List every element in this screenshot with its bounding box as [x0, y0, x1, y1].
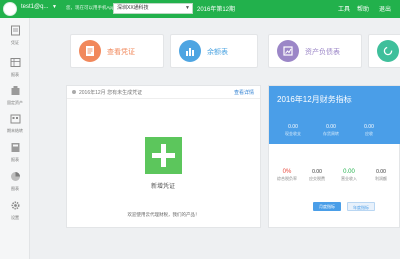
company-select-value: 深圳XX通科技 — [117, 5, 149, 11]
view-details-link[interactable]: 查看详情 — [234, 89, 254, 96]
sidebar-item-label: 报表 — [11, 72, 19, 77]
sidebar-item-label: 凭证 — [11, 40, 19, 45]
new-voucher-button[interactable] — [145, 137, 182, 174]
metric-value: 0.00 — [364, 124, 374, 130]
sidebar-item-label: 报表 — [11, 157, 19, 162]
sidebar-item-report[interactable]: 报表 — [0, 139, 30, 167]
card-label: 余额表 — [207, 49, 228, 56]
metric-label: 应收 — [365, 131, 373, 136]
top-bar: test1@q... ▼ 您，现在可以用手机App来记账哦，快来下载试试吧！ 深… — [0, 0, 400, 18]
bar-chart-icon — [179, 40, 201, 62]
sidebar: 凭证 报表 固定资产 期末结转 报表 图表 设置 — [0, 18, 30, 259]
sidebar-item-label: 图表 — [11, 186, 19, 191]
sidebar-item-chart[interactable]: 图表 — [0, 168, 30, 196]
refresh-icon — [377, 40, 399, 62]
metric-label: 营业收入 — [341, 176, 357, 181]
card-label: 查看凭证 — [107, 49, 135, 56]
view-voucher-card[interactable]: 查看凭证 — [70, 34, 164, 68]
metric-value: 0% — [282, 169, 292, 175]
balance-sheet-card[interactable]: 资产负债表 — [268, 34, 362, 68]
fixed-assets-icon — [0, 85, 30, 99]
plus-icon — [152, 144, 175, 167]
help-link[interactable]: 帮助 — [357, 4, 369, 13]
sidebar-item-label: 期末结转 — [7, 128, 23, 133]
sidebar-item-ledger[interactable]: 报表 — [0, 54, 30, 82]
document-icon — [79, 40, 101, 62]
metric-profit: 0.00 利润额 — [365, 169, 397, 182]
metric-label: 存货周转 — [323, 131, 339, 136]
tools-link[interactable]: 工具 — [338, 4, 350, 13]
metric-value: 0.00 — [376, 169, 386, 175]
sidebar-item-label: 设置 — [11, 215, 19, 220]
metric-value: 0.00 — [312, 169, 322, 175]
finance-title: 2016年12月财务指标 — [277, 95, 352, 104]
status-dot-icon — [72, 90, 76, 94]
period-end-icon — [0, 113, 30, 127]
metric-label: 现金收支 — [285, 131, 301, 136]
metric-label: 综合税负率 — [277, 176, 297, 181]
metric-label: 应交税费 — [309, 176, 325, 181]
chevron-down-icon[interactable]: ▼ — [52, 4, 57, 10]
card-label: 资产负债表 — [305, 49, 340, 56]
yearly-indicator-button[interactable]: 年度指标 — [347, 202, 375, 211]
chevron-down-icon: ▼ — [185, 5, 190, 11]
sidebar-item-label: 固定资产 — [7, 100, 23, 105]
monthly-indicator-button[interactable]: 月度指标 — [313, 202, 341, 211]
pie-chart-icon — [0, 171, 30, 185]
sidebar-item-settings[interactable]: 设置 — [0, 197, 30, 225]
balance-table-card[interactable]: 余额表 — [170, 34, 258, 68]
finance-header: 2016年12月财务指标 0.00 现金收支 0.00 存货周转 0.00 应收 — [269, 86, 400, 144]
balance-sheet-icon — [277, 40, 299, 62]
metric-value: 0.00 — [326, 124, 336, 130]
user-name[interactable]: test1@q... — [21, 4, 48, 10]
sidebar-item-voucher[interactable]: 凭证 — [0, 22, 30, 50]
voucher-icon — [0, 25, 30, 39]
metric-tax-burden-rate: 0% 综合税负率 — [271, 169, 303, 182]
logout-link[interactable]: 退出 — [379, 4, 391, 13]
sidebar-item-fixed-assets[interactable]: 固定资产 — [0, 82, 30, 110]
accounting-period: 2016年第12期 — [197, 7, 236, 13]
metric-receivables: 0.00 应收 — [353, 124, 385, 137]
gear-icon — [0, 200, 30, 214]
voucher-panel: 2016年12月 您有未生成凭证 查看详情 新增凭证 欢迎使用云代理财税，我们的… — [66, 85, 261, 228]
finance-indicators-panel: 2016年12月财务指标 0.00 现金收支 0.00 存货周转 0.00 应收… — [268, 85, 400, 228]
metric-inventory-turnover: 0.00 存货周转 — [315, 124, 347, 137]
new-voucher-label: 新增凭证 — [150, 184, 175, 190]
metric-label: 利润额 — [375, 176, 387, 181]
metric-value: 0.00 — [343, 169, 355, 175]
company-select[interactable]: 深圳XX通科技 ▼ — [113, 3, 193, 14]
welcome-text: 欢迎使用云代理财税，我们的产品！ — [127, 212, 200, 217]
metric-value: 0.00 — [288, 124, 298, 130]
metric-tax-payable: 0.00 应交税费 — [301, 169, 333, 182]
sidebar-item-period-end[interactable]: 期末结转 — [0, 110, 30, 138]
ledger-icon — [0, 57, 30, 71]
voucher-panel-header: 2016年12月 您有未生成凭证 查看详情 — [67, 86, 260, 99]
report-icon — [0, 142, 30, 156]
metric-cash-flow: 0.00 现金收支 — [277, 124, 309, 137]
more-feature-card[interactable] — [368, 34, 400, 68]
avatar[interactable] — [3, 2, 17, 16]
metric-revenue: 0.00 营业收入 — [333, 169, 365, 182]
voucher-panel-title: 2016年12月 您有未生成凭证 — [79, 90, 143, 96]
